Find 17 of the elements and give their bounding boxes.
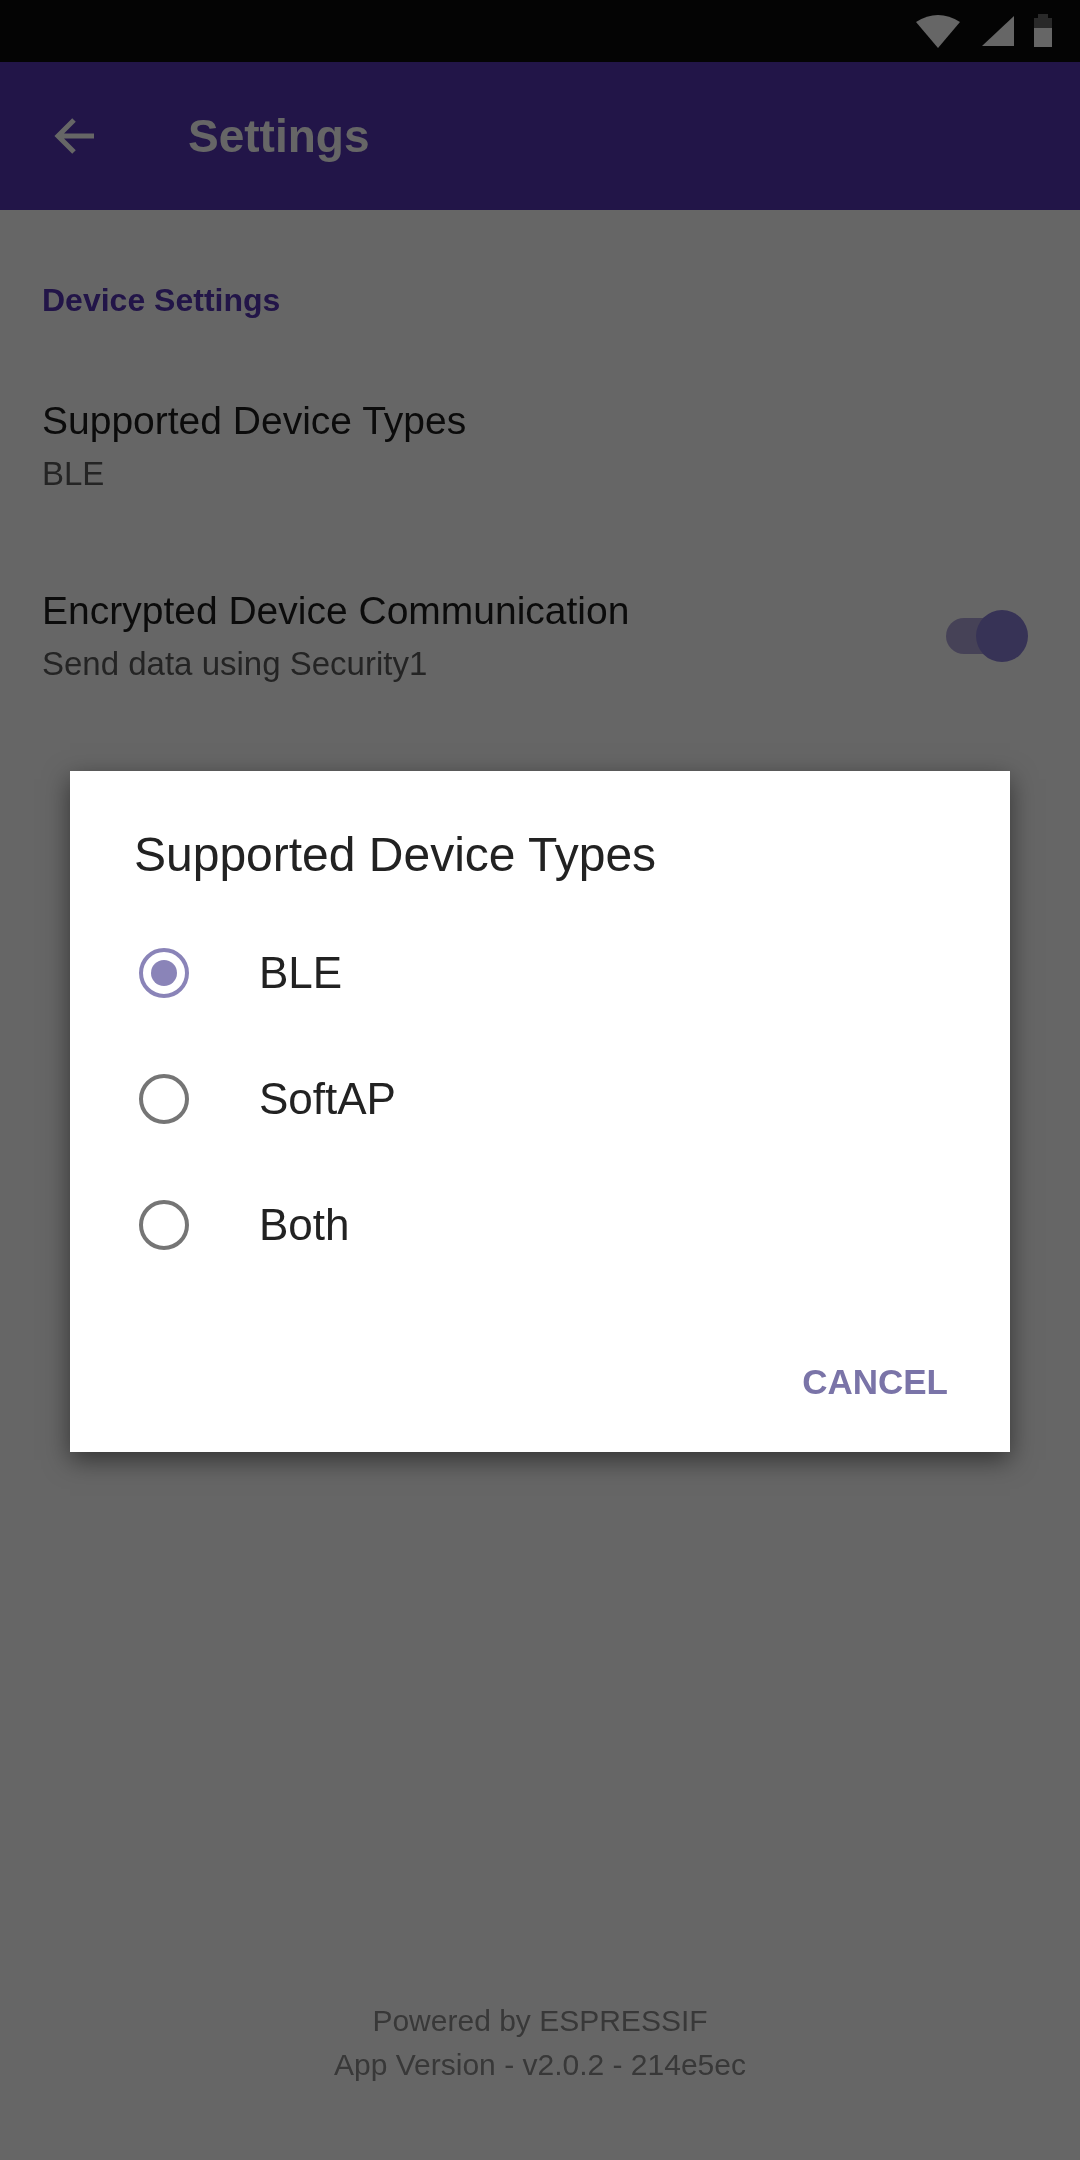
- radio-button[interactable]: [139, 1074, 189, 1124]
- setting-title: Encrypted Device Communication: [42, 589, 631, 633]
- radio-button[interactable]: [139, 1200, 189, 1250]
- radio-option[interactable]: BLE: [132, 910, 948, 1036]
- radio-option[interactable]: Both: [132, 1162, 948, 1288]
- screen-title: Settings: [188, 109, 370, 163]
- radio-option[interactable]: SoftAP: [132, 1036, 948, 1162]
- radio-button[interactable]: [139, 948, 189, 998]
- cancel-button[interactable]: CANCEL: [772, 1346, 978, 1418]
- dialog-title: Supported Device Types: [134, 827, 658, 882]
- signal-icon: [980, 14, 1016, 48]
- setting-summary: BLE: [42, 455, 106, 493]
- setting-title: Supported Device Types: [42, 399, 468, 443]
- battery-icon: [1032, 14, 1054, 48]
- setting-summary: Send data using Security1: [42, 645, 429, 683]
- back-arrow-icon[interactable]: [52, 116, 96, 156]
- section-header: Device Settings: [42, 282, 282, 319]
